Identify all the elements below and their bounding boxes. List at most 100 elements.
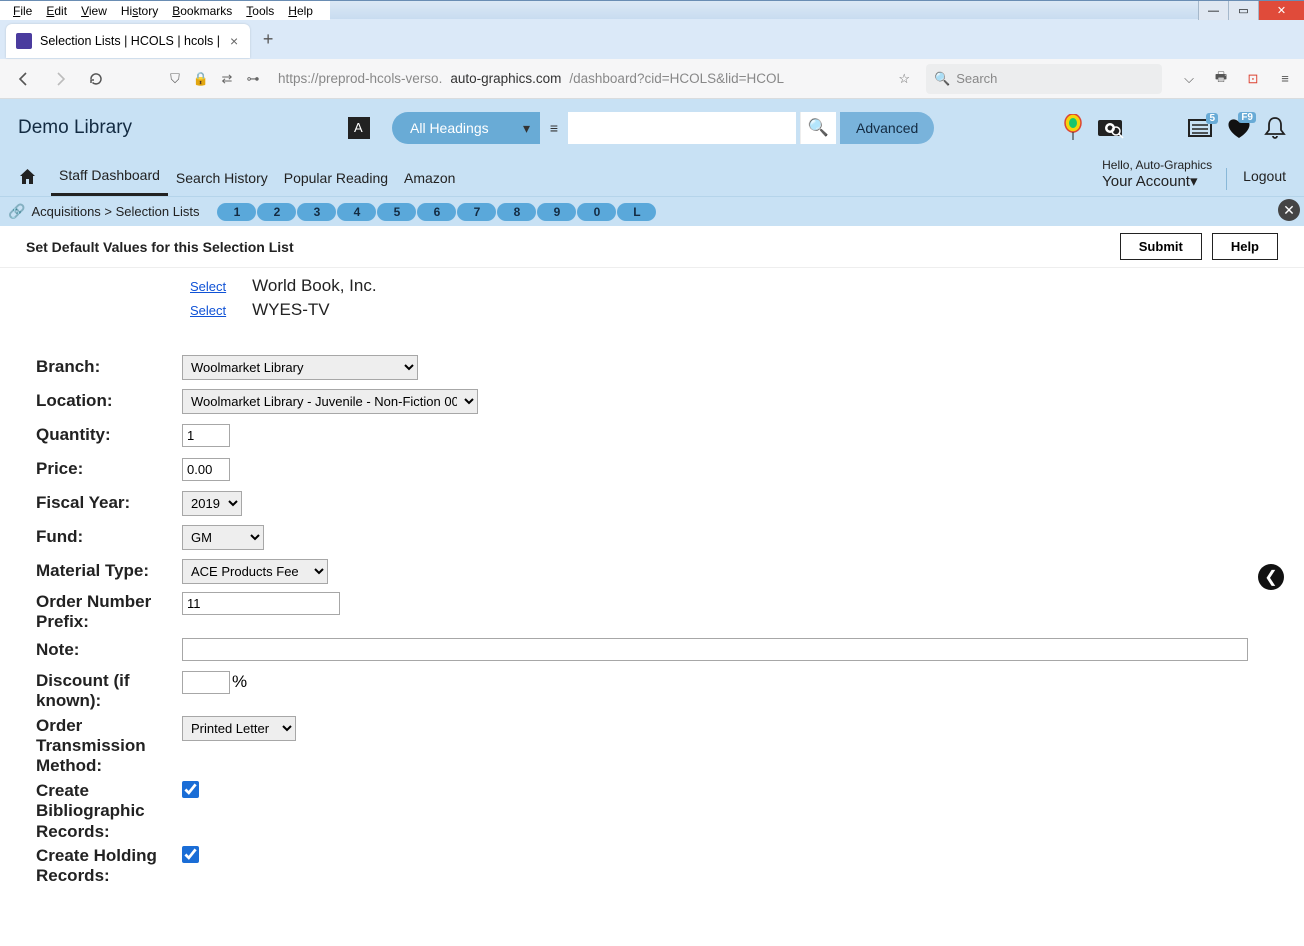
browser-search-placeholder: Search — [956, 71, 997, 86]
back-button[interactable] — [10, 65, 38, 93]
lists-badge: 5 — [1206, 113, 1218, 124]
breadcrumb-text[interactable]: Acquisitions > Selection Lists — [31, 204, 199, 219]
reload-button[interactable] — [82, 65, 110, 93]
lists-icon[interactable]: 5 — [1188, 117, 1214, 139]
menu-tools[interactable]: Tools — [239, 4, 281, 18]
bell-icon[interactable] — [1264, 116, 1286, 140]
lock-icon[interactable]: 🔒 — [192, 71, 210, 87]
note-input[interactable] — [182, 638, 1248, 661]
nav-search-history[interactable]: Search History — [168, 170, 276, 196]
vendor-select-link[interactable]: Select — [190, 303, 226, 318]
close-window-button[interactable]: ✕ — [1258, 1, 1304, 20]
url-input[interactable]: https://preprod-hcols-verso.auto-graphic… — [270, 71, 882, 86]
headings-dropdown[interactable]: All Headings — [392, 112, 540, 144]
browser-tab[interactable]: Selection Lists | HCOLS | hcols | × — [6, 24, 250, 58]
pill-6[interactable]: 6 — [417, 203, 456, 221]
location-select[interactable]: Woolmarket Library - Juvenile - Non-Fict… — [182, 389, 478, 414]
url-security-icons: ⛉ 🔒 ⇄ ⊶ — [166, 71, 262, 87]
maximize-button[interactable]: ▭ — [1228, 1, 1258, 20]
pill-0[interactable]: 0 — [577, 203, 616, 221]
page-title: Set Default Values for this Selection Li… — [26, 239, 294, 255]
menu-file[interactable]: File — [6, 4, 39, 18]
browser-tabstrip: Selection Lists | HCOLS | hcols | × + — [0, 19, 1304, 59]
order-prefix-input[interactable] — [182, 592, 340, 615]
key-icon[interactable]: ⊶ — [244, 71, 262, 87]
balloon-icon[interactable] — [1062, 114, 1084, 142]
menu-edit[interactable]: Edit — [39, 4, 74, 18]
fund-label: Fund: — [36, 527, 182, 547]
pill-4[interactable]: 4 — [337, 203, 376, 221]
nav-popular-reading[interactable]: Popular Reading — [276, 170, 396, 196]
close-panel-icon[interactable]: ✕ — [1278, 199, 1300, 221]
translate-icon[interactable] — [348, 117, 370, 139]
holding-label: Create Holding Records: — [36, 846, 182, 887]
page-action-bar: Set Default Values for this Selection Li… — [0, 226, 1304, 268]
permissions-icon[interactable]: ⇄ — [218, 71, 236, 87]
order-prefix-label: Order Number Prefix: — [36, 592, 182, 633]
logout-link[interactable]: Logout — [1226, 168, 1286, 190]
quantity-input[interactable] — [182, 424, 230, 447]
url-domain: auto-graphics.com — [450, 71, 561, 86]
menu-view[interactable]: View — [74, 4, 114, 18]
pill-1[interactable]: 1 — [217, 203, 256, 221]
app-nav: Staff Dashboard Search History Popular R… — [0, 151, 1304, 196]
holding-checkbox[interactable] — [182, 846, 199, 863]
discount-input[interactable] — [182, 671, 230, 694]
browser-search-box[interactable]: 🔍 Search — [926, 64, 1162, 94]
extension-icon[interactable]: ⊡ — [1244, 71, 1262, 87]
pill-L[interactable]: L — [617, 203, 656, 221]
vendor-select-link[interactable]: Select — [190, 279, 226, 294]
note-label: Note: — [36, 640, 182, 660]
branch-select[interactable]: Woolmarket Library — [182, 355, 418, 380]
vendor-name: WYES-TV — [252, 300, 329, 320]
otm-select[interactable]: Printed Letter — [182, 716, 296, 741]
form-scroll-area[interactable]: SelectWorld Book, Inc.SelectWYES-TV Bran… — [4, 268, 1286, 942]
pill-3[interactable]: 3 — [297, 203, 336, 221]
material-type-select[interactable]: ACE Products Fee — [182, 559, 328, 584]
submit-button[interactable]: Submit — [1120, 233, 1202, 260]
price-input[interactable] — [182, 458, 230, 481]
pill-5[interactable]: 5 — [377, 203, 416, 221]
print-icon[interactable]: 🖶 — [1212, 68, 1230, 90]
os-menubar: File Edit View History Bookmarks Tools H… — [0, 1, 330, 20]
nav-staff-dashboard[interactable]: Staff Dashboard — [51, 167, 168, 196]
menu-history[interactable]: History — [114, 4, 165, 18]
fund-select[interactable]: GM — [182, 525, 264, 550]
quick-pills: 1234567890L — [217, 203, 656, 221]
app-menu-icon[interactable]: ≡ — [1276, 71, 1294, 86]
shield-icon[interactable]: ⛉ — [166, 71, 184, 87]
hello-text: Hello, Auto-Graphics — [1102, 158, 1212, 172]
bookmark-star-icon[interactable]: ☆ — [890, 71, 918, 87]
menu-bookmarks[interactable]: Bookmarks — [165, 4, 239, 18]
headings-label: All Headings — [410, 120, 489, 136]
forward-button[interactable] — [46, 65, 74, 93]
percent-symbol: % — [232, 672, 247, 691]
camera-search-icon[interactable] — [1096, 116, 1124, 140]
database-icon[interactable]: ≡ — [544, 112, 564, 144]
pill-8[interactable]: 8 — [497, 203, 536, 221]
nav-amazon[interactable]: Amazon — [396, 170, 463, 196]
pill-7[interactable]: 7 — [457, 203, 496, 221]
pill-9[interactable]: 9 — [537, 203, 576, 221]
menu-help[interactable]: Help — [281, 4, 320, 18]
tab-close-icon[interactable]: × — [228, 33, 240, 49]
new-tab-button[interactable]: + — [254, 25, 282, 53]
bib-label: Create Bibliographic Records: — [36, 781, 182, 842]
fiscal-year-select[interactable]: 2019 — [182, 491, 242, 516]
catalog-search-button[interactable]: 🔍 — [800, 112, 836, 144]
discount-label: Discount (if known): — [36, 671, 182, 712]
app-title: Demo Library — [18, 117, 348, 139]
minimize-button[interactable]: — — [1198, 1, 1228, 20]
bib-checkbox[interactable] — [182, 781, 199, 798]
pill-2[interactable]: 2 — [257, 203, 296, 221]
help-button[interactable]: Help — [1212, 233, 1278, 260]
expand-side-panel-icon[interactable]: ❮ — [1258, 564, 1284, 590]
favorites-icon[interactable]: F9 — [1226, 116, 1252, 140]
advanced-search-button[interactable]: Advanced — [840, 112, 934, 144]
vendor-name: World Book, Inc. — [252, 276, 376, 296]
pocket-icon[interactable]: ⌵ — [1180, 71, 1198, 87]
home-icon[interactable] — [18, 167, 37, 196]
your-account-dropdown[interactable]: Your Account▾ — [1102, 172, 1212, 190]
breadcrumb-bar: 🔗 Acquisitions > Selection Lists 1234567… — [0, 196, 1304, 226]
catalog-search-input[interactable] — [568, 112, 796, 144]
